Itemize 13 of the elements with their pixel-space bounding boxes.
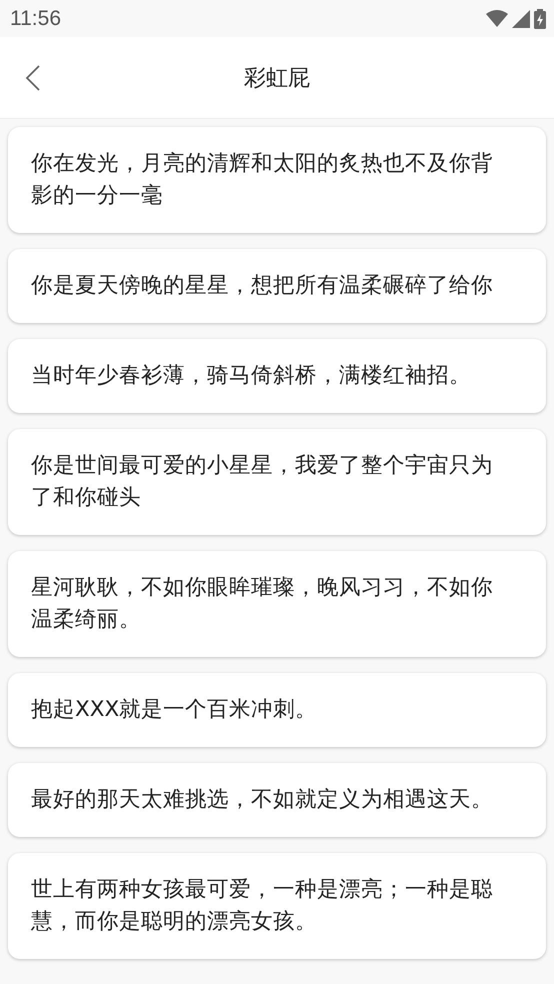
status-time: 11:56 xyxy=(10,6,61,30)
phrase-card[interactable]: 你是世间最可爱的小星星，我爱了整个宇宙只为了和你碰头 xyxy=(8,429,546,535)
wifi-icon xyxy=(486,10,508,27)
battery-icon xyxy=(534,8,546,28)
phrase-card[interactable]: 你在发光，月亮的清辉和太阳的炙热也不及你背影的一分一毫 xyxy=(8,127,546,233)
phrase-card[interactable]: 最好的那天太难挑选，不如就定义为相遇这天。 xyxy=(8,763,546,837)
phrase-card[interactable]: 你是夏天傍晚的星星，想把所有温柔碾碎了给你 xyxy=(8,249,546,323)
phrase-card[interactable]: 星河耿耿，不如你眼眸璀璨，晚风习习，不如你温柔绮丽。 xyxy=(8,551,546,657)
page-title: 彩虹屁 xyxy=(244,64,310,92)
signal-icon xyxy=(512,10,530,28)
phrase-card[interactable]: 世上有两种女孩最可爱，一种是漂亮；一种是聪慧，而你是聪明的漂亮女孩。 xyxy=(8,853,546,959)
phrase-card[interactable]: 当时年少春衫薄，骑马倚斜桥，满楼红袖招。 xyxy=(8,339,546,413)
phrase-card[interactable]: 抱起XXX就是一个百米冲刺。 xyxy=(8,673,546,747)
